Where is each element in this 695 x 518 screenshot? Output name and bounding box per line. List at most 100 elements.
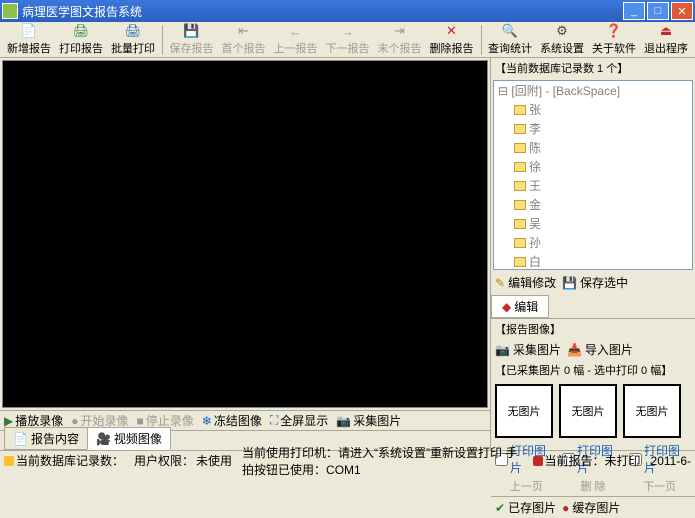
status-report: 当前报告：未打印 — [545, 452, 641, 469]
toolbar-icon: ← — [288, 23, 304, 39]
toolbar-label: 末个报告 — [378, 40, 422, 56]
tree-item[interactable]: 吴 — [494, 214, 692, 233]
tree-item[interactable]: 王 — [494, 176, 692, 195]
close-button[interactable]: ✕ — [671, 2, 693, 20]
tree-item[interactable]: 陈 — [494, 138, 692, 157]
status-report-icon — [533, 456, 543, 466]
toolbar-下一报告: →下一报告 — [323, 23, 373, 57]
folder-icon — [514, 105, 526, 115]
tree-root[interactable]: ⊟ [回附] - [BackSpace] — [494, 81, 692, 100]
toolbar-查询统计[interactable]: 🔍查询统计 — [485, 23, 535, 57]
status-records: 当前数据库记录数： — [16, 452, 124, 469]
video-viewport — [2, 60, 488, 408]
toolbar-首个报告: ⇤首个报告 — [219, 23, 269, 57]
toolbar-icon: 🖨 — [73, 23, 89, 39]
capture-image-button[interactable]: 📷采集图片 — [336, 412, 401, 429]
toolbar-批量打印[interactable]: 🖨批量打印 — [108, 23, 158, 57]
toolbar-icon: ❓ — [606, 23, 622, 39]
freeze-image-button[interactable]: ❄冻结图像 — [202, 412, 262, 429]
captured-info-label: 【已采集图片 0 幅 - 选中打印 0 幅】 — [491, 360, 695, 380]
toolbar-label: 批量打印 — [111, 40, 155, 56]
toolbar-label: 关于软件 — [592, 40, 636, 56]
toolbar-label: 保存报告 — [170, 40, 214, 56]
tree-item[interactable]: 徐 — [494, 157, 692, 176]
folder-icon — [514, 124, 526, 134]
cache-img-button[interactable]: ●缓存图片 — [562, 499, 620, 516]
tab-edit[interactable]: ◆编辑 — [491, 295, 549, 318]
thumbnail-2[interactable]: 无图片 — [559, 384, 617, 438]
toolbar-关于软件[interactable]: ❓关于软件 — [589, 23, 639, 57]
toolbar-label: 上一报告 — [274, 40, 318, 56]
folder-icon — [514, 143, 526, 153]
edit-modify-button[interactable]: ✎编辑修改 — [495, 274, 556, 291]
toolbar-label: 首个报告 — [222, 40, 266, 56]
app-icon — [2, 3, 18, 19]
folder-icon — [514, 200, 526, 210]
toolbar-新增报告[interactable]: 📄新增报告 — [4, 23, 54, 57]
toolbar-label: 查询统计 — [488, 40, 532, 56]
toolbar-icon: ⏏ — [658, 23, 674, 39]
toolbar-icon: ✕ — [444, 23, 460, 39]
main-toolbar: 📄新增报告🖨打印报告🖨批量打印💾保存报告⇤首个报告←上一报告→下一报告⇥末个报告… — [0, 22, 695, 58]
tree-item-label: 张 — [529, 101, 541, 118]
toolbar-icon: 🔍 — [502, 23, 518, 39]
toolbar-icon: 📄 — [21, 23, 37, 39]
toolbar-label: 退出程序 — [644, 40, 688, 56]
tree-item-label: 王 — [529, 177, 541, 194]
toolbar-label: 删除报告 — [430, 40, 474, 56]
toolbar-icon: ⇥ — [392, 23, 408, 39]
toolbar-保存报告: 💾保存报告 — [167, 23, 217, 57]
tab-video-image[interactable]: 🎥视频图像 — [87, 427, 171, 450]
maximize-button[interactable]: □ — [647, 2, 669, 20]
tree-item[interactable]: 白 — [494, 252, 692, 270]
status-printer: 当前使用打印机：请进入“系统设置”重新设置打印 手拍按钮已使用：COM1 — [242, 444, 522, 478]
toolbar-icon: ⚙ — [554, 23, 570, 39]
folder-icon — [514, 257, 526, 267]
tree-item-label: 金 — [529, 196, 541, 213]
toolbar-icon: 💾 — [184, 23, 200, 39]
tree-item-label: 白 — [529, 253, 541, 270]
tree-item-label: 吴 — [529, 215, 541, 232]
fullscreen-button[interactable]: ⛶全屏显示 — [270, 412, 328, 429]
thumbnail-1[interactable]: 无图片 — [495, 384, 553, 438]
folder-icon — [514, 162, 526, 172]
tree-item-label: 李 — [529, 120, 541, 137]
status-bar: 当前数据库记录数： 用户权限：未使用 当前使用打印机：请进入“系统设置”重新设置… — [0, 450, 695, 470]
window-title: 病理医学图文报告系统 — [22, 3, 142, 20]
tree-item[interactable]: 金 — [494, 195, 692, 214]
tree-item-label: 徐 — [529, 158, 541, 175]
folder-icon — [514, 219, 526, 229]
status-dot-icon — [4, 456, 14, 466]
toolbar-label: 系统设置 — [540, 40, 584, 56]
next-page-button: 下一页 — [628, 478, 691, 494]
toolbar-label: 打印报告 — [59, 40, 103, 56]
toolbar-icon: ⇤ — [236, 23, 252, 39]
thumbnail-row: 无图片 无图片 无图片 — [491, 380, 695, 442]
toolbar-退出程序[interactable]: ⏏退出程序 — [641, 23, 691, 57]
toolbar-末个报告: ⇥末个报告 — [375, 23, 425, 57]
minimize-button[interactable]: _ — [623, 2, 645, 20]
toolbar-icon: 🖨 — [125, 23, 141, 39]
record-count-label: 【当前数据库记录数 1 个】 — [491, 58, 695, 78]
prev-page-button: 上一页 — [495, 478, 558, 494]
status-perm-val: 未使用 — [196, 452, 232, 469]
saved-img-button[interactable]: ✔已存图片 — [495, 499, 556, 516]
toolbar-label: 新增报告 — [7, 40, 51, 56]
save-selected-button[interactable]: 💾保存选中 — [562, 274, 628, 291]
tab-report-content[interactable]: 📄报告内容 — [4, 427, 88, 450]
toolbar-系统设置[interactable]: ⚙系统设置 — [537, 23, 587, 57]
tree-item[interactable]: 张 — [494, 100, 692, 119]
toolbar-删除报告[interactable]: ✕删除报告 — [427, 23, 477, 57]
toolbar-上一报告: ←上一报告 — [271, 23, 321, 57]
tree-item[interactable]: 李 — [494, 119, 692, 138]
patient-tree[interactable]: ⊟ [回附] - [BackSpace]张李陈徐王金吴孙白 — [493, 80, 693, 270]
report-image-label: 【报告图像】 — [491, 319, 695, 339]
thumbnail-3[interactable]: 无图片 — [623, 384, 681, 438]
capture-img-button[interactable]: 📷采集图片 — [495, 341, 561, 358]
folder-icon — [514, 181, 526, 191]
import-img-button[interactable]: 📥导入图片 — [567, 341, 633, 358]
tree-item-label: 陈 — [529, 139, 541, 156]
toolbar-打印报告[interactable]: 🖨打印报告 — [56, 23, 106, 57]
tree-item[interactable]: 孙 — [494, 233, 692, 252]
status-date: 2011-6- — [651, 454, 691, 468]
